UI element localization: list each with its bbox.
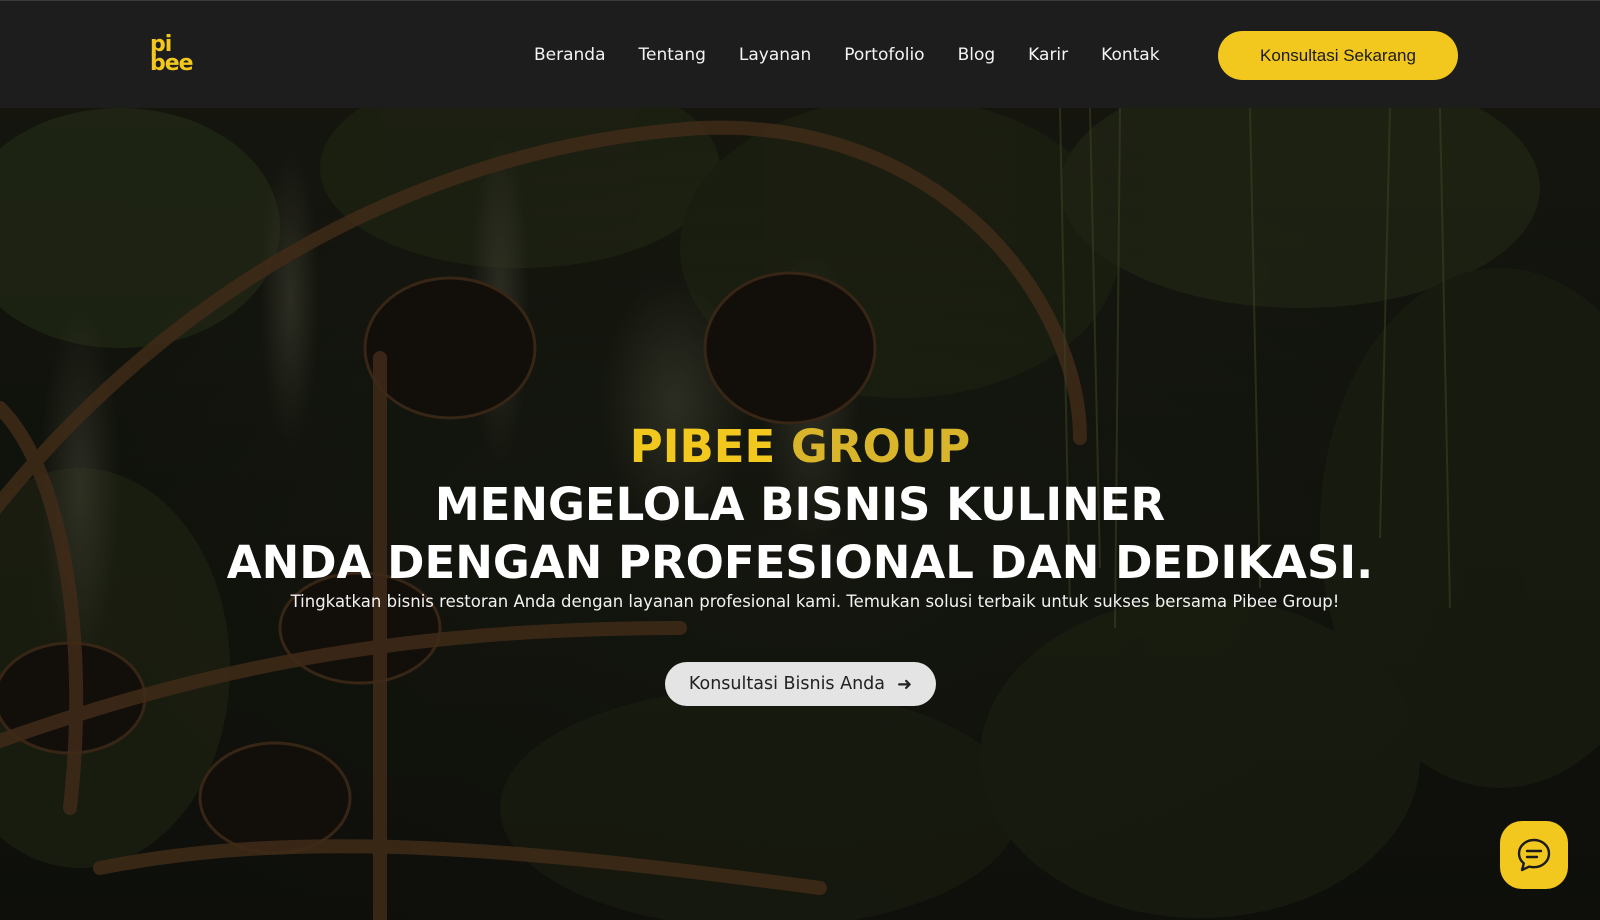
brand-part-group: GROUP <box>790 420 971 473</box>
chat-button[interactable] <box>1500 821 1568 889</box>
nav-link-kontak[interactable]: Kontak <box>1101 45 1159 65</box>
pibee-logo[interactable]: pi bee <box>150 34 200 76</box>
top-navbar: pi bee Beranda Tentang Layanan Portofoli… <box>0 0 1600 108</box>
consult-business-button[interactable]: Konsultasi Bisnis Anda ➜ <box>665 662 936 706</box>
chat-bubble-icon <box>1517 838 1551 872</box>
nav-link-layanan[interactable]: Layanan <box>739 45 811 65</box>
nav-link-karir[interactable]: Karir <box>1028 45 1068 65</box>
nav-link-tentang[interactable]: Tentang <box>639 45 706 65</box>
hero-subtext: Tingkatkan bisnis restoran Anda dengan l… <box>290 592 1340 611</box>
hero-brand-title: PIBEE GROUP <box>0 420 1600 473</box>
logo-line-2: bee <box>150 51 194 76</box>
consult-business-label: Konsultasi Bisnis Anda <box>688 674 886 694</box>
brand-part-pibee: PIBEE <box>629 420 776 473</box>
main-navigation: Beranda Tentang Layanan Portofolio Blog … <box>534 1 1193 109</box>
hero-headline-line-2: ANDA DENGAN PROFESIONAL DAN DEDIKASI. <box>226 536 1374 589</box>
arrow-right-icon: ➜ <box>897 673 913 695</box>
nav-link-portofolio[interactable]: Portofolio <box>844 45 924 65</box>
hero-section: PIBEE GROUP MENGELOLA BISNIS KULINER AND… <box>0 108 1600 920</box>
consult-now-button[interactable]: Konsultasi Sekarang <box>1218 31 1458 80</box>
nav-link-beranda[interactable]: Beranda <box>534 45 606 65</box>
nav-link-blog[interactable]: Blog <box>958 45 996 65</box>
hero-headline-line-1: MENGELOLA BISNIS KULINER <box>434 478 1166 531</box>
